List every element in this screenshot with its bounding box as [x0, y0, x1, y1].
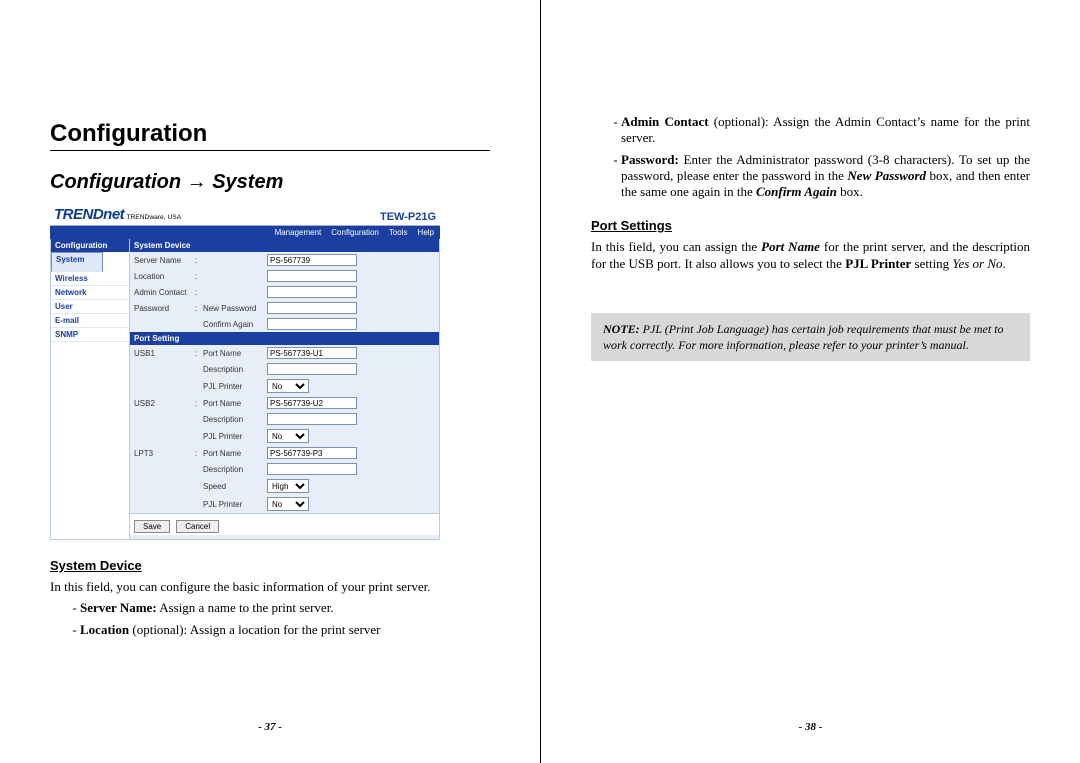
label-port-name-3: Port Name: [203, 449, 263, 458]
form-area: System Device Server Name : Location : A…: [130, 239, 439, 539]
li-password: Password: Enter the Administrator passwo…: [621, 152, 1030, 200]
page-left: Configuration Configuration → System TRE…: [0, 0, 540, 763]
sidebar-item-network[interactable]: Network: [51, 286, 129, 300]
save-button[interactable]: Save: [134, 520, 170, 533]
list-system-device-cont: Admin Contact (optional): Assign the Adm…: [591, 114, 1030, 200]
port3-label: LPT3: [134, 449, 189, 458]
input-port1-name[interactable]: [267, 347, 357, 359]
li-location: Location (optional): Assign a location f…: [80, 622, 490, 638]
label-location: Location: [134, 272, 189, 281]
sidebar-header: Configuration: [51, 239, 129, 252]
select-port2-pjl[interactable]: No: [267, 429, 309, 443]
label-desc-3: Description: [203, 465, 263, 474]
label-pjl-3: PJL Printer: [203, 500, 263, 509]
menu-management[interactable]: Management: [275, 228, 322, 237]
label-server-name: Server Name: [134, 256, 189, 265]
input-port3-desc[interactable]: [267, 463, 357, 475]
list-system-device: Server Name: Assign a name to the print …: [50, 600, 490, 638]
port1-label: USB1: [134, 349, 189, 358]
page-right: Admin Contact (optional): Assign the Adm…: [540, 0, 1080, 763]
li-admin-contact: Admin Contact (optional): Assign the Adm…: [621, 114, 1030, 146]
cancel-button[interactable]: Cancel: [176, 520, 219, 533]
input-server-name[interactable]: [267, 254, 357, 266]
menu-tools[interactable]: Tools: [389, 228, 408, 237]
label-port-name-2: Port Name: [203, 399, 263, 408]
label-port-name-1: Port Name: [203, 349, 263, 358]
model-label: TEW-P21G: [380, 211, 436, 223]
li-server-name: Server Name: Assign a name to the print …: [80, 600, 490, 616]
port2-label: USB2: [134, 399, 189, 408]
input-new-password[interactable]: [267, 302, 357, 314]
heading-port-settings: Port Settings: [591, 218, 1030, 233]
top-menubar: Management Configuration Tools Help: [50, 226, 440, 239]
page-title: Configuration: [50, 120, 490, 151]
label-admin-contact: Admin Contact: [134, 288, 189, 297]
select-port3-pjl[interactable]: No: [267, 497, 309, 511]
input-port1-desc[interactable]: [267, 363, 357, 375]
brand-sub: TRENDware, USA: [126, 214, 181, 221]
label-new-password: New Password: [203, 304, 263, 313]
input-admin-contact[interactable]: [267, 286, 357, 298]
select-port3-speed[interactable]: High: [267, 479, 309, 493]
sidebar-item-wireless[interactable]: Wireless: [51, 272, 129, 286]
menu-configuration[interactable]: Configuration: [331, 228, 379, 237]
label-pjl-2: PJL Printer: [203, 432, 263, 441]
input-port2-desc[interactable]: [267, 413, 357, 425]
para-port-settings: In this field, you can assign the Port N…: [591, 239, 1030, 273]
select-port1-pjl[interactable]: No: [267, 379, 309, 393]
page-subtitle: Configuration → System: [50, 171, 490, 194]
label-desc-2: Description: [203, 415, 263, 424]
page-number-left: - 37 -: [0, 721, 540, 733]
group-port-setting: Port Setting: [130, 332, 439, 345]
config-screenshot: TRENDnet TRENDware, USA TEW-P21G Managem…: [50, 204, 440, 540]
label-password: Password: [134, 304, 189, 313]
menu-help[interactable]: Help: [418, 228, 434, 237]
input-port3-name[interactable]: [267, 447, 357, 459]
heading-system-device: System Device: [50, 558, 490, 573]
sidebar: Configuration System Wireless Network Us…: [51, 239, 130, 539]
brand-logo: TRENDnet: [54, 206, 124, 223]
sidebar-item-snmp[interactable]: SNMP: [51, 328, 129, 342]
label-desc-1: Description: [203, 365, 263, 374]
label-confirm-again: Confirm Again: [203, 320, 263, 329]
input-confirm-again[interactable]: [267, 318, 357, 330]
para-system-device: In this field, you can configure the bas…: [50, 579, 490, 596]
sidebar-item-system[interactable]: System: [51, 252, 103, 272]
sidebar-item-email[interactable]: E-mail: [51, 314, 129, 328]
input-location[interactable]: [267, 270, 357, 282]
label-pjl-1: PJL Printer: [203, 382, 263, 391]
page-number-right: - 38 -: [541, 721, 1080, 733]
input-port2-name[interactable]: [267, 397, 357, 409]
group-system-device: System Device: [130, 239, 439, 252]
label-speed: Speed: [203, 482, 263, 491]
sidebar-item-user[interactable]: User: [51, 300, 129, 314]
note-box: NOTE: PJL (Print Job Language) has certa…: [591, 313, 1030, 361]
